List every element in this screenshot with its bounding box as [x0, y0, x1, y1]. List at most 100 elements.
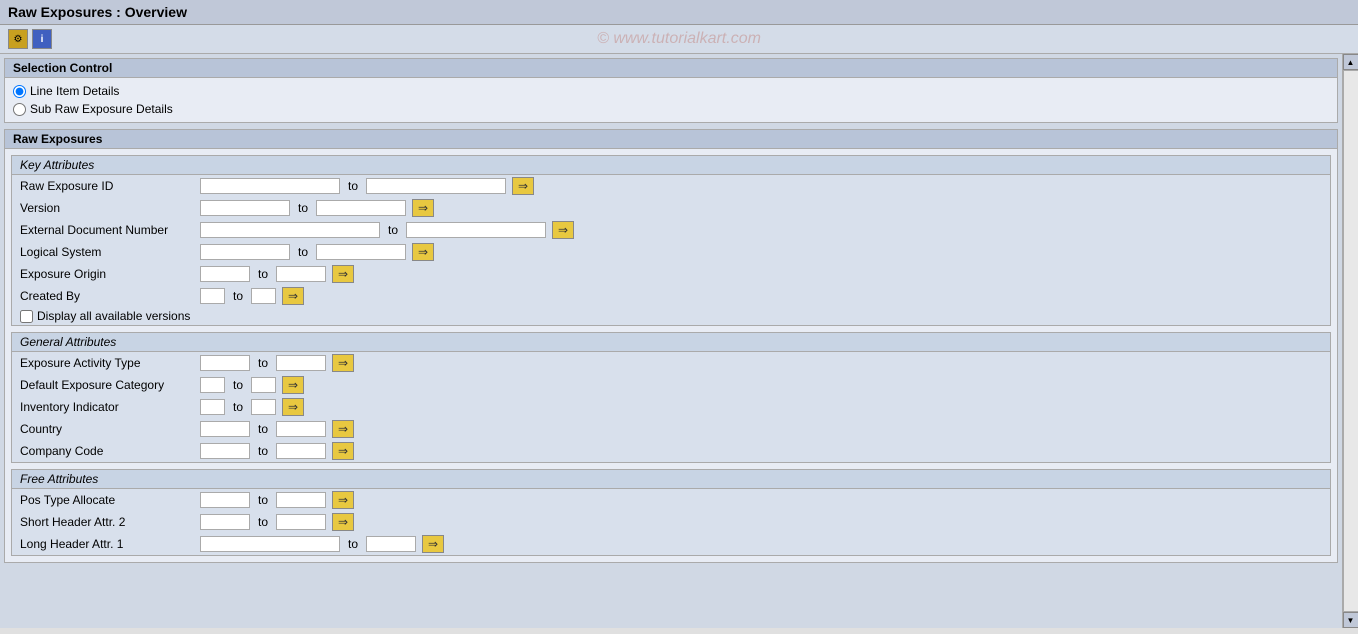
radio-line-item-input[interactable]: [13, 85, 26, 98]
to-label-8: to: [233, 378, 243, 392]
to-label-2: to: [298, 201, 308, 215]
arrow-btn-exposure-activity-type[interactable]: [332, 354, 354, 372]
key-attributes-title: Key Attributes: [12, 156, 1330, 175]
raw-exposures-title: Raw Exposures: [5, 130, 1337, 149]
arrow-btn-company-code[interactable]: [332, 442, 354, 460]
input-default-exposure-category-to[interactable]: [251, 377, 276, 393]
field-country: Country to: [12, 418, 1330, 440]
to-label-12: to: [258, 493, 268, 507]
settings-icon[interactable]: ⚙: [8, 29, 28, 49]
input-default-exposure-category-from[interactable]: [200, 377, 225, 393]
label-ext-doc-num: External Document Number: [20, 223, 200, 237]
selection-control-options: Line Item Details Sub Raw Exposure Detai…: [5, 78, 1337, 122]
input-created-by-to[interactable]: [251, 288, 276, 304]
label-long-header-attr-1: Long Header Attr. 1: [20, 537, 200, 551]
arrow-btn-inventory-indicator[interactable]: [282, 398, 304, 416]
input-exposure-origin-to[interactable]: [276, 266, 326, 282]
radio-line-item: Line Item Details: [5, 82, 1337, 100]
arrow-btn-pos-type-allocate[interactable]: [332, 491, 354, 509]
field-default-exposure-category: Default Exposure Category to: [12, 374, 1330, 396]
input-inventory-indicator-from[interactable]: [200, 399, 225, 415]
input-short-header-attr-2-from[interactable]: [200, 514, 250, 530]
input-raw-exposure-id-to[interactable]: [366, 178, 506, 194]
input-ext-doc-num-to[interactable]: [406, 222, 546, 238]
input-country-from[interactable]: [200, 421, 250, 437]
input-exposure-activity-type-from[interactable]: [200, 355, 250, 371]
checkbox-display-all-versions-row: Display all available versions: [12, 307, 1330, 325]
input-raw-exposure-id-from[interactable]: [200, 178, 340, 194]
input-short-header-attr-2-to[interactable]: [276, 514, 326, 530]
arrow-btn-logical-system[interactable]: [412, 243, 434, 261]
checkbox-display-all-versions-label: Display all available versions: [37, 309, 190, 323]
input-version-to[interactable]: [316, 200, 406, 216]
arrow-btn-default-exposure-category[interactable]: [282, 376, 304, 394]
page-title: Raw Exposures : Overview: [8, 4, 187, 20]
input-company-code-to[interactable]: [276, 443, 326, 459]
input-country-to[interactable]: [276, 421, 326, 437]
to-label-4: to: [298, 245, 308, 259]
field-pos-type-allocate: Pos Type Allocate to: [12, 489, 1330, 511]
scroll-track[interactable]: [1343, 70, 1358, 612]
scrollbar: ▲ ▼: [1342, 54, 1358, 628]
field-short-header-attr-2: Short Header Attr. 2 to: [12, 511, 1330, 533]
arrow-btn-version[interactable]: [412, 199, 434, 217]
scroll-down-btn[interactable]: ▼: [1343, 612, 1358, 628]
label-inventory-indicator: Inventory Indicator: [20, 400, 200, 414]
raw-exposures-section: Raw Exposures Key Attributes Raw Exposur…: [4, 129, 1338, 563]
label-exposure-origin: Exposure Origin: [20, 267, 200, 281]
arrow-btn-short-header-attr-2[interactable]: [332, 513, 354, 531]
input-created-by-from[interactable]: [200, 288, 225, 304]
input-long-header-attr-1-to[interactable]: [366, 536, 416, 552]
to-label-7: to: [258, 356, 268, 370]
label-default-exposure-category: Default Exposure Category: [20, 378, 200, 392]
field-company-code: Company Code to: [12, 440, 1330, 462]
label-pos-type-allocate: Pos Type Allocate: [20, 493, 200, 507]
field-logical-system: Logical System to: [12, 241, 1330, 263]
to-label-10: to: [258, 422, 268, 436]
label-company-code: Company Code: [20, 444, 200, 458]
arrow-btn-created-by[interactable]: [282, 287, 304, 305]
general-attributes-title: General Attributes: [12, 333, 1330, 352]
label-exposure-activity-type: Exposure Activity Type: [20, 356, 200, 370]
checkbox-display-all-versions[interactable]: [20, 310, 33, 323]
arrow-btn-long-header-attr-1[interactable]: [422, 535, 444, 553]
input-exposure-origin-from[interactable]: [200, 266, 250, 282]
arrow-btn-country[interactable]: [332, 420, 354, 438]
radio-sub-raw-label: Sub Raw Exposure Details: [30, 102, 173, 116]
input-logical-system-to[interactable]: [316, 244, 406, 260]
input-pos-type-allocate-from[interactable]: [200, 492, 250, 508]
input-pos-type-allocate-to[interactable]: [276, 492, 326, 508]
to-label-14: to: [348, 537, 358, 551]
to-label-5: to: [258, 267, 268, 281]
main-content: Selection Control Line Item Details Sub …: [0, 54, 1358, 628]
to-label-13: to: [258, 515, 268, 529]
selection-control-section: Selection Control Line Item Details Sub …: [4, 58, 1338, 123]
label-country: Country: [20, 422, 200, 436]
field-long-header-attr-1: Long Header Attr. 1 to: [12, 533, 1330, 555]
radio-line-item-label: Line Item Details: [30, 84, 119, 98]
title-bar: Raw Exposures : Overview: [0, 0, 1358, 25]
input-inventory-indicator-to[interactable]: [251, 399, 276, 415]
info-icon[interactable]: i: [32, 29, 52, 49]
arrow-btn-raw-exposure-id[interactable]: [512, 177, 534, 195]
field-ext-doc-num: External Document Number to: [12, 219, 1330, 241]
label-logical-system: Logical System: [20, 245, 200, 259]
input-long-header-attr-1-from[interactable]: [200, 536, 340, 552]
input-ext-doc-num-from[interactable]: [200, 222, 380, 238]
radio-sub-raw-input[interactable]: [13, 103, 26, 116]
to-label-1: to: [348, 179, 358, 193]
arrow-btn-ext-doc-num[interactable]: [552, 221, 574, 239]
content-area: Selection Control Line Item Details Sub …: [0, 54, 1342, 628]
label-created-by: Created By: [20, 289, 200, 303]
input-version-from[interactable]: [200, 200, 290, 216]
field-raw-exposure-id: Raw Exposure ID to: [12, 175, 1330, 197]
scroll-up-btn[interactable]: ▲: [1343, 54, 1358, 70]
input-exposure-activity-type-to[interactable]: [276, 355, 326, 371]
to-label-9: to: [233, 400, 243, 414]
field-exposure-activity-type: Exposure Activity Type to: [12, 352, 1330, 374]
label-version: Version: [20, 201, 200, 215]
input-logical-system-from[interactable]: [200, 244, 290, 260]
arrow-btn-exposure-origin[interactable]: [332, 265, 354, 283]
input-company-code-from[interactable]: [200, 443, 250, 459]
watermark: © www.tutorialkart.com: [597, 30, 761, 48]
